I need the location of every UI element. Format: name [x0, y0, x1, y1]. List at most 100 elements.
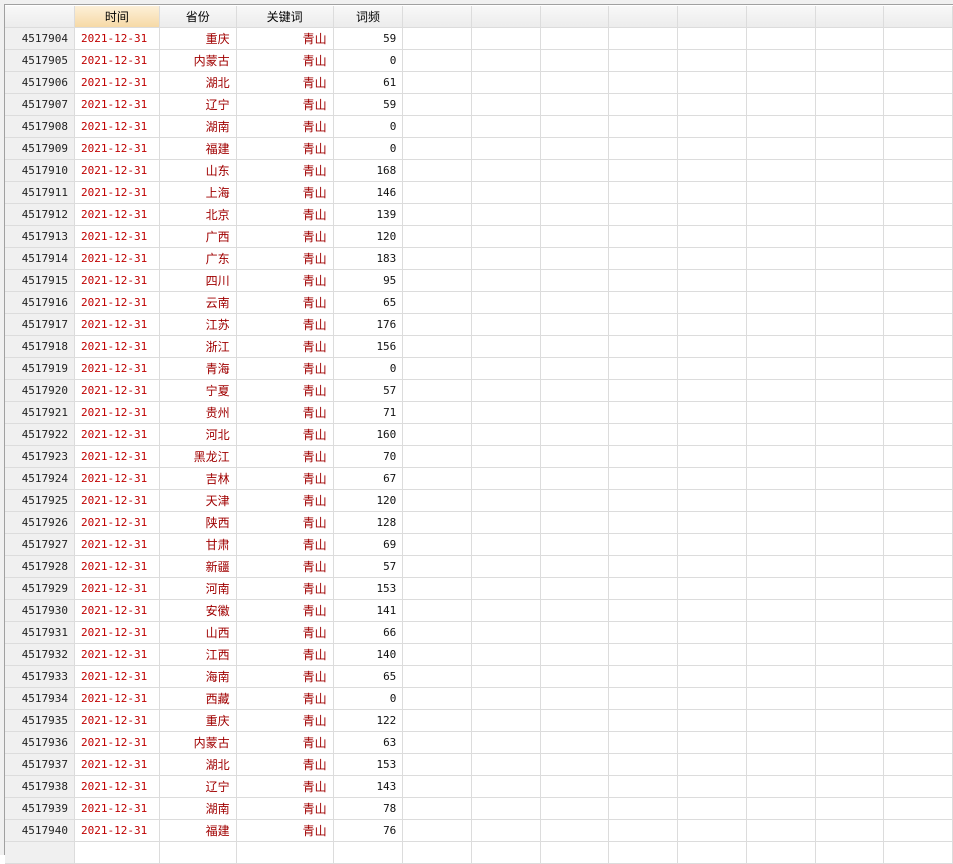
frequency-cell[interactable]: 65: [333, 665, 404, 688]
empty-cell[interactable]: [608, 467, 679, 490]
empty-cell[interactable]: [608, 797, 679, 820]
empty-cell[interactable]: [608, 247, 679, 270]
empty-cell[interactable]: [540, 731, 610, 754]
empty-cell[interactable]: [471, 159, 541, 182]
province-cell[interactable]: 江西: [159, 643, 237, 666]
empty-cell[interactable]: [402, 93, 473, 116]
date-cell[interactable]: 2021-12-31: [74, 511, 160, 534]
province-cell[interactable]: 辽宁: [159, 775, 237, 798]
province-cell[interactable]: 湖南: [159, 115, 237, 138]
empty-cell[interactable]: [540, 335, 610, 358]
frequency-cell[interactable]: 71: [333, 401, 404, 424]
table-row[interactable]: 4517907 2021-12-31 辽宁 青山 59: [5, 93, 953, 116]
keyword-cell[interactable]: 青山: [236, 71, 334, 94]
empty-cell[interactable]: [402, 137, 473, 160]
keyword-cell[interactable]: 青山: [236, 203, 334, 226]
frequency-cell[interactable]: 156: [333, 335, 404, 358]
column-header-keyword[interactable]: 关键词: [236, 6, 334, 28]
row-number[interactable]: 4517909: [5, 137, 76, 160]
province-cell[interactable]: 福建: [159, 819, 237, 842]
empty-cell[interactable]: [5, 841, 76, 864]
empty-cell[interactable]: [815, 841, 885, 864]
empty-cell[interactable]: [402, 577, 473, 600]
table-row[interactable]: 4517937 2021-12-31 湖北 青山 153: [5, 753, 953, 776]
date-cell[interactable]: 2021-12-31: [74, 577, 160, 600]
frequency-cell[interactable]: 168: [333, 159, 404, 182]
empty-cell[interactable]: [746, 555, 816, 578]
province-cell[interactable]: 西藏: [159, 687, 237, 710]
row-number[interactable]: 4517937: [5, 753, 76, 776]
row-number[interactable]: 4517915: [5, 269, 76, 292]
empty-cell[interactable]: [471, 687, 541, 710]
column-header-empty[interactable]: [815, 6, 885, 28]
empty-cell[interactable]: [815, 225, 885, 248]
empty-cell[interactable]: [815, 445, 885, 468]
empty-cell[interactable]: [883, 841, 953, 864]
empty-cell[interactable]: [608, 291, 679, 314]
empty-cell[interactable]: [608, 687, 679, 710]
empty-cell[interactable]: [402, 379, 473, 402]
empty-cell[interactable]: [540, 533, 610, 556]
empty-cell[interactable]: [746, 577, 816, 600]
empty-cell[interactable]: [471, 841, 541, 864]
province-cell[interactable]: 新疆: [159, 555, 237, 578]
empty-cell[interactable]: [471, 115, 541, 138]
empty-cell[interactable]: [471, 621, 541, 644]
empty-cell[interactable]: [540, 115, 610, 138]
empty-cell[interactable]: [471, 775, 541, 798]
table-row[interactable]: 4517921 2021-12-31 贵州 青山 71: [5, 401, 953, 424]
empty-cell[interactable]: [471, 445, 541, 468]
empty-cell[interactable]: [677, 533, 747, 556]
empty-cell[interactable]: [677, 93, 747, 116]
keyword-cell[interactable]: 青山: [236, 665, 334, 688]
keyword-cell[interactable]: 青山: [236, 643, 334, 666]
empty-cell[interactable]: [883, 401, 953, 424]
frequency-cell[interactable]: 0: [333, 49, 404, 72]
empty-cell[interactable]: [471, 709, 541, 732]
table-row[interactable]: 4517936 2021-12-31 内蒙古 青山 63: [5, 731, 953, 754]
empty-cell[interactable]: [402, 709, 473, 732]
empty-cell[interactable]: [677, 423, 747, 446]
frequency-cell[interactable]: 153: [333, 753, 404, 776]
empty-cell[interactable]: [540, 93, 610, 116]
keyword-cell[interactable]: 青山: [236, 819, 334, 842]
empty-cell[interactable]: [746, 313, 816, 336]
empty-cell[interactable]: [883, 775, 953, 798]
empty-cell[interactable]: [883, 335, 953, 358]
column-header-empty[interactable]: [540, 6, 610, 28]
frequency-cell[interactable]: 141: [333, 599, 404, 622]
table-row[interactable]: 4517922 2021-12-31 河北 青山 160: [5, 423, 953, 446]
empty-cell[interactable]: [471, 335, 541, 358]
row-number[interactable]: 4517922: [5, 423, 76, 446]
empty-cell[interactable]: [746, 247, 816, 270]
empty-cell[interactable]: [402, 489, 473, 512]
empty-cell[interactable]: [746, 709, 816, 732]
empty-cell[interactable]: [815, 533, 885, 556]
empty-cell[interactable]: [746, 819, 816, 842]
empty-cell[interactable]: [815, 379, 885, 402]
keyword-cell[interactable]: 青山: [236, 753, 334, 776]
empty-cell[interactable]: [540, 379, 610, 402]
empty-cell[interactable]: [471, 291, 541, 314]
empty-cell[interactable]: [883, 49, 953, 72]
empty-cell[interactable]: [677, 753, 747, 776]
table-row[interactable]: 4517916 2021-12-31 云南 青山 65: [5, 291, 953, 314]
empty-cell[interactable]: [540, 841, 610, 864]
date-cell[interactable]: 2021-12-31: [74, 401, 160, 424]
row-number[interactable]: 4517938: [5, 775, 76, 798]
empty-cell[interactable]: [608, 335, 679, 358]
empty-cell[interactable]: [677, 225, 747, 248]
table-row[interactable]: 4517924 2021-12-31 吉林 青山 67: [5, 467, 953, 490]
empty-cell[interactable]: [677, 137, 747, 160]
table-row[interactable]: 4517906 2021-12-31 湖北 青山 61: [5, 71, 953, 94]
column-header-empty[interactable]: [883, 6, 953, 28]
frequency-cell[interactable]: 140: [333, 643, 404, 666]
empty-cell[interactable]: [746, 159, 816, 182]
empty-cell[interactable]: [677, 335, 747, 358]
empty-cell[interactable]: [815, 423, 885, 446]
row-number[interactable]: 4517921: [5, 401, 76, 424]
empty-cell[interactable]: [815, 115, 885, 138]
province-cell[interactable]: 甘肃: [159, 533, 237, 556]
empty-cell[interactable]: [815, 401, 885, 424]
keyword-cell[interactable]: 青山: [236, 445, 334, 468]
